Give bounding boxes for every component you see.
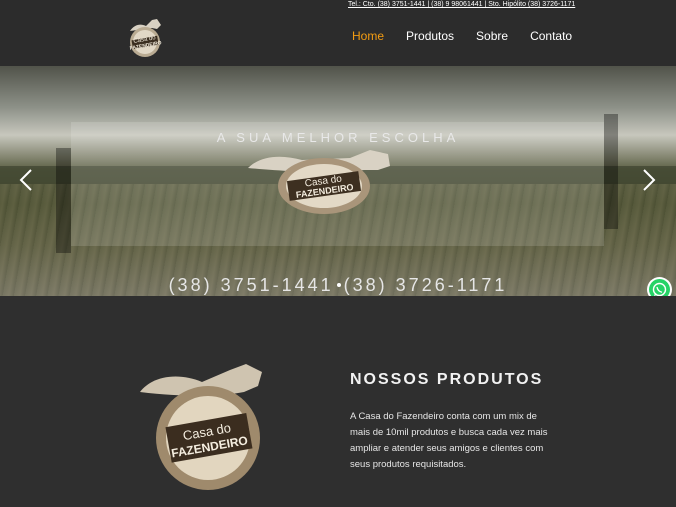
hero-shadow-left <box>56 148 71 253</box>
nav-item-contato[interactable]: Contato <box>530 29 572 43</box>
hero-slideshow: A SUA MELHOR ESCOLHA Casa do FAZENDEIRO … <box>0 66 676 296</box>
hero-phone-2: (38) 3726-1171 <box>343 275 508 295</box>
main-nav: Home Produtos Sobre Contato <box>352 29 594 43</box>
chevron-left-icon[interactable] <box>18 168 34 192</box>
site-logo[interactable]: Casa do FAZENDEIRO <box>124 17 168 61</box>
hero-phone-1: (38) 3751-1441 <box>168 275 334 295</box>
nav-item-sobre[interactable]: Sobre <box>476 29 508 43</box>
contact-phones-link[interactable]: Tel.: Cto. (38) 3751-1441 | (38) 9 98061… <box>348 0 575 10</box>
products-logo: Casa do FAZENDEIRO <box>140 364 262 490</box>
hero-tagline: A SUA MELHOR ESCOLHA <box>216 130 460 145</box>
products-section <box>0 296 676 507</box>
phone-separator <box>336 283 341 287</box>
hero-logo: Casa do FAZENDEIRO <box>248 150 390 214</box>
products-title: NOSSOS PRODUTOS <box>350 371 544 388</box>
nav-item-produtos[interactable]: Produtos <box>406 29 454 43</box>
products-description: A Casa do Fazendeiro conta com um mix de… <box>350 411 548 470</box>
site-header: Tel.: Cto. (38) 3751-1441 | (38) 9 98061… <box>0 0 676 66</box>
chevron-right-icon[interactable] <box>641 168 657 192</box>
hero-phones: (38) 3751-1441 (38) 3726-1171 <box>0 275 676 296</box>
nav-item-home[interactable]: Home <box>352 29 384 43</box>
